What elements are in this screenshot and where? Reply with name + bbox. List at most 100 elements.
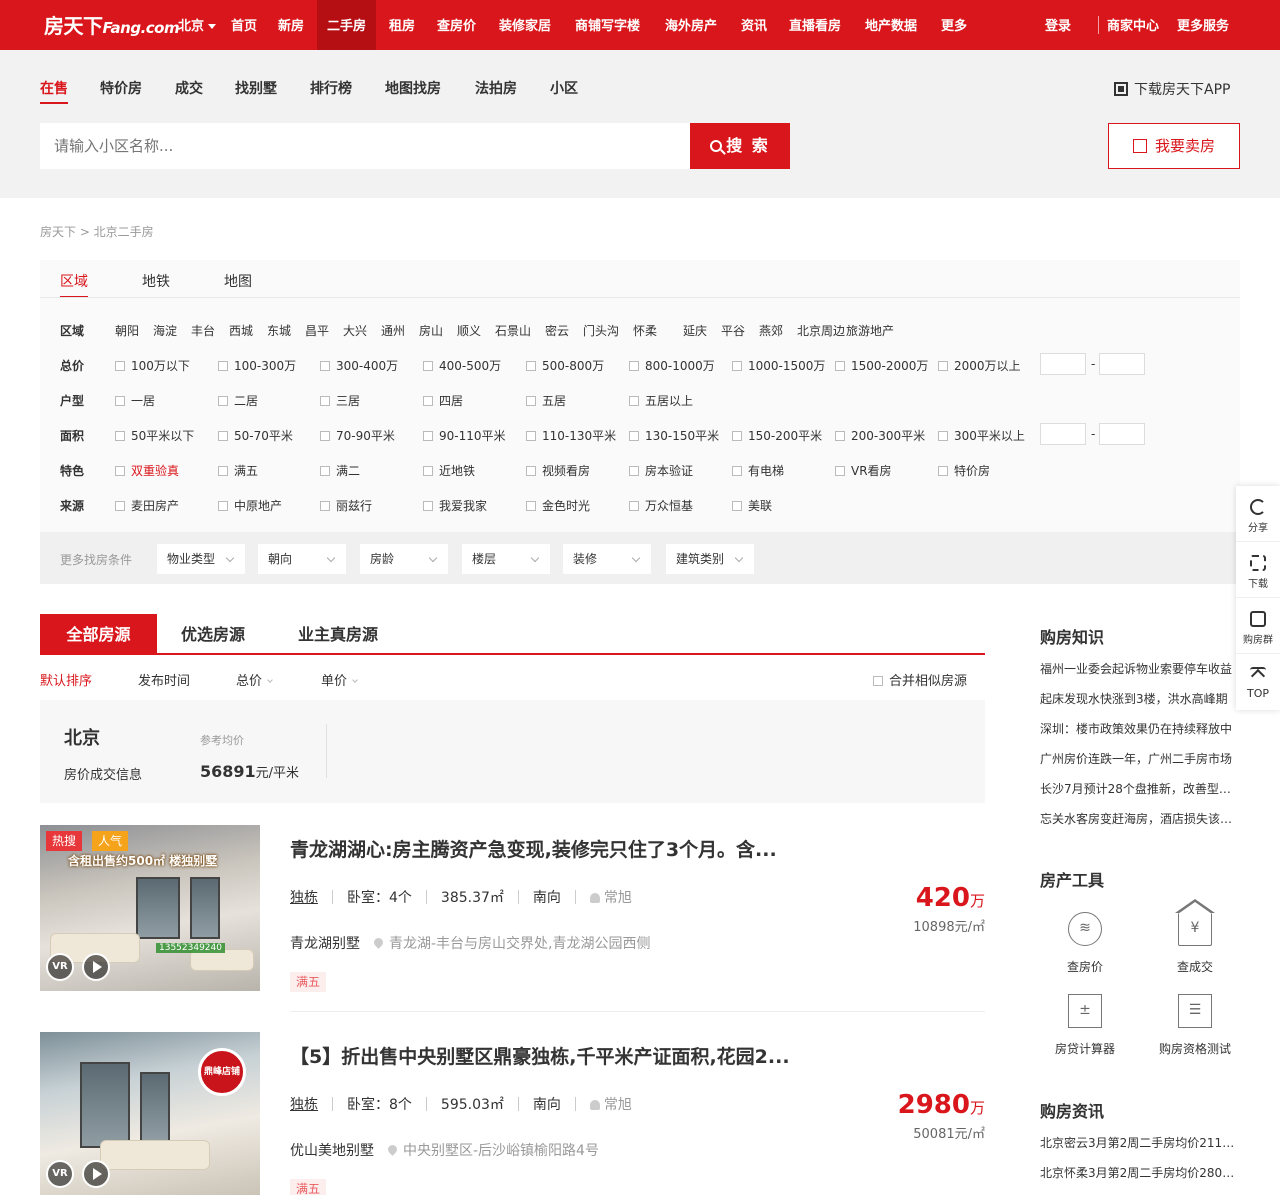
area-option[interactable]: 200-300平米	[835, 427, 925, 444]
price-option[interactable]: 2000万以上	[938, 357, 1021, 374]
area-option[interactable]: 130-150平米	[629, 427, 719, 444]
area-option[interactable]: 110-130平米	[526, 427, 616, 444]
city-selector[interactable]: 北京	[178, 0, 217, 50]
tool-check-price[interactable]: ≋ 查房价	[1030, 912, 1140, 975]
search-button[interactable]: 搜 索	[690, 123, 790, 169]
merge-similar-checkbox[interactable]: 合并相似房源	[873, 670, 967, 689]
layout-option[interactable]: 三居	[320, 392, 360, 409]
source-option[interactable]: 金色时光	[526, 497, 590, 514]
nav-data[interactable]: 地产数据	[865, 0, 917, 50]
download-button[interactable]: 下载	[1236, 542, 1280, 598]
sort-unit-price[interactable]: 单价	[321, 670, 358, 689]
news-link[interactable]: 北京怀柔3月第2周二手房均价28050元	[1040, 1164, 1240, 1181]
area-option[interactable]: 50-70平米	[218, 427, 293, 444]
layout-option[interactable]: 四居	[423, 392, 463, 409]
district-option[interactable]: 房山	[419, 322, 443, 339]
sort-default[interactable]: 默认排序	[40, 670, 92, 689]
back-to-top-button[interactable]: TOP	[1236, 654, 1280, 710]
sort-total-price[interactable]: 总价	[236, 670, 273, 689]
source-option[interactable]: 我爱我家	[423, 497, 487, 514]
price-option[interactable]: 100-300万	[218, 357, 296, 374]
district-option[interactable]: 东城	[267, 322, 291, 339]
tab-all-listings[interactable]: 全部房源	[40, 614, 157, 653]
subnav-on-sale[interactable]: 在售	[40, 78, 68, 104]
district-option[interactable]: 通州	[381, 322, 405, 339]
district-option[interactable]: 石景山	[495, 322, 531, 339]
listing-community[interactable]: 优山美地别墅	[290, 1143, 374, 1159]
play-video-icon[interactable]	[82, 953, 110, 981]
knowledge-link[interactable]: 忘关水客房变赶海房，酒店损失该谁担	[1040, 810, 1240, 827]
price-option[interactable]: 1000-1500万	[732, 357, 825, 374]
price-option[interactable]: 800-1000万	[629, 357, 715, 374]
district-option[interactable]: 海淀	[153, 322, 177, 339]
price-option[interactable]: 1500-2000万	[835, 357, 928, 374]
district-option[interactable]: 门头沟	[583, 322, 619, 339]
source-option[interactable]: 丽兹行	[320, 497, 372, 514]
source-option[interactable]: 万众恒基	[629, 497, 693, 514]
news-link[interactable]: 北京密云3月第2周二手房均价21100元	[1040, 1134, 1240, 1151]
area-min-input[interactable]	[1040, 423, 1086, 445]
play-video-icon[interactable]	[82, 1160, 110, 1188]
price-max-input[interactable]	[1099, 353, 1145, 375]
subnav-auction[interactable]: 法拍房	[475, 78, 517, 98]
nav-rent[interactable]: 租房	[389, 0, 415, 50]
district-option[interactable]: 大兴	[343, 322, 367, 339]
subnav-rankings[interactable]: 排行榜	[310, 78, 352, 98]
breadcrumb[interactable]: 房天下 > 北京二手房	[40, 223, 154, 240]
price-min-input[interactable]	[1040, 353, 1086, 375]
district-option[interactable]: 延庆	[683, 322, 707, 339]
district-option[interactable]: 丰台	[191, 322, 215, 339]
merchant-center-link[interactable]: 商家中心	[1107, 0, 1159, 50]
district-option[interactable]: 旅游地产	[846, 322, 894, 339]
subnav-map-search[interactable]: 地图找房	[385, 78, 441, 98]
nav-more[interactable]: 更多	[941, 0, 967, 50]
price-option[interactable]: 400-500万	[423, 357, 501, 374]
feature-option[interactable]: 有电梯	[732, 462, 784, 479]
feature-option[interactable]: 特价房	[938, 462, 990, 479]
tool-eligibility-test[interactable]: ☰ 购房资格测试	[1140, 994, 1250, 1057]
district-option[interactable]: 顺义	[457, 322, 481, 339]
download-app-link[interactable]: 下载房天下APP	[1114, 79, 1230, 99]
feature-option[interactable]: 双重验真	[115, 462, 179, 479]
tab-preferred-listings[interactable]: 优选房源	[170, 614, 256, 653]
price-option[interactable]: 500-800万	[526, 357, 604, 374]
layout-option[interactable]: 一居	[115, 392, 155, 409]
dropdown-floor[interactable]: 楼层	[462, 544, 550, 574]
more-services-link[interactable]: 更多服务	[1177, 0, 1229, 50]
district-option[interactable]: 平谷	[721, 322, 745, 339]
district-option[interactable]: 朝阳	[115, 322, 139, 339]
dropdown-decoration[interactable]: 装修	[563, 544, 651, 574]
feature-option[interactable]: 满五	[218, 462, 258, 479]
area-option[interactable]: 150-200平米	[732, 427, 822, 444]
feature-option[interactable]: 视频看房	[526, 462, 590, 479]
listing-agent[interactable]: 常旭	[589, 1094, 632, 1114]
knowledge-link[interactable]: 福州一业委会起诉物业索要停车收益	[1040, 660, 1240, 677]
filter-tab-subway[interactable]: 地铁	[142, 271, 170, 291]
nav-live[interactable]: 直播看房	[789, 0, 841, 50]
subnav-villas[interactable]: 找别墅	[235, 78, 277, 98]
nav-price-check[interactable]: 查房价	[437, 0, 476, 50]
vr-icon[interactable]: VR	[46, 1160, 74, 1188]
dropdown-building-type[interactable]: 建筑类别	[666, 544, 754, 574]
knowledge-link[interactable]: 广州房价连跌一年，广州二手房市场	[1040, 750, 1240, 767]
subnav-community[interactable]: 小区	[550, 78, 578, 98]
tab-owner-listings[interactable]: 业主真房源	[286, 614, 390, 653]
vr-icon[interactable]: VR	[46, 953, 74, 981]
feature-option[interactable]: 满二	[320, 462, 360, 479]
dropdown-orientation[interactable]: 朝向	[258, 544, 346, 574]
nav-commercial[interactable]: 商铺写字楼	[575, 0, 640, 50]
feature-option[interactable]: 近地铁	[423, 462, 475, 479]
search-input[interactable]	[40, 123, 690, 169]
listing-title[interactable]: 【5】折出售中央别墅区鼎豪独栋,千平米产证面积,花园2...	[290, 1042, 810, 1069]
listing-card[interactable]: 鼎峰店铺 VR 【5】折出售中央别墅区鼎豪独栋,千平米产证面积,花园2... 独…	[40, 1032, 985, 1195]
feature-option[interactable]: VR看房	[835, 462, 892, 479]
dropdown-building-age[interactable]: 房龄	[360, 544, 448, 574]
area-option[interactable]: 300平米以上	[938, 427, 1025, 444]
knowledge-link[interactable]: 深圳：楼市政策效果仍在持续释放中	[1040, 720, 1240, 737]
district-option[interactable]: 密云	[545, 322, 569, 339]
layout-option[interactable]: 二居	[218, 392, 258, 409]
login-link[interactable]: 登录	[1045, 0, 1071, 50]
knowledge-link[interactable]: 起床发现水快涨到3楼，洪水高峰期	[1040, 690, 1240, 707]
filter-tab-map[interactable]: 地图	[224, 271, 252, 291]
area-option[interactable]: 50平米以下	[115, 427, 194, 444]
